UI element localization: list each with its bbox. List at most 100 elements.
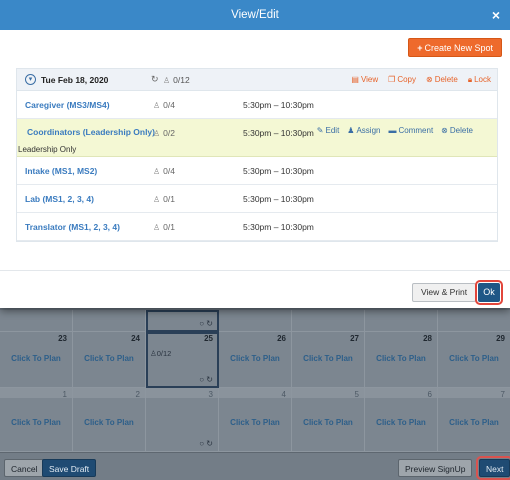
- day-number: 23: [58, 334, 67, 343]
- click-to-plan-link[interactable]: Click To Plan: [73, 418, 145, 427]
- click-to-plan-link[interactable]: Click To Plan: [219, 418, 291, 427]
- click-to-plan-link[interactable]: Click To Plan: [365, 418, 437, 427]
- calendar-day-cell[interactable]: 28 Click To Plan: [365, 332, 438, 388]
- calendar-day-cell[interactable]: 25 ♙0/12 ○ ↻: [146, 332, 219, 388]
- calendar-day-cell[interactable]: 4 Click To Plan: [219, 388, 292, 452]
- day-number: 5: [354, 390, 359, 399]
- calendar-cell[interactable]: [73, 310, 146, 332]
- calendar-day-cell[interactable]: 6 Click To Plan: [365, 388, 438, 452]
- role-row[interactable]: Coordinators (Leadership Only) ♙ 0/2 5:30…: [17, 119, 497, 157]
- day-number: 2: [135, 390, 140, 399]
- day-number: 7: [500, 390, 505, 399]
- day-number: 24: [131, 334, 140, 343]
- chevron-down-icon[interactable]: ▾: [25, 74, 36, 85]
- delete-link[interactable]: ⊗ Delete: [426, 75, 458, 85]
- role-time: 5:30pm – 10:30pm: [243, 222, 314, 232]
- calendar-cell[interactable]: [365, 310, 438, 332]
- calendar-day-cell[interactable]: 3 ○ ↻: [146, 388, 219, 452]
- click-to-plan-link[interactable]: Click To Plan: [438, 354, 510, 363]
- calendar-day-cell[interactable]: 27 Click To Plan: [292, 332, 365, 388]
- calendar-day-cell[interactable]: 7 Click To Plan: [438, 388, 510, 452]
- calendar-day-cell[interactable]: 5 Click To Plan: [292, 388, 365, 452]
- copy-link[interactable]: ❐ Copy: [388, 75, 416, 85]
- calendar-grid: ○ ↻ 23 Click To Plan 24 Click To Plan 25…: [0, 310, 510, 452]
- calendar-day-cell[interactable]: 1 Click To Plan: [0, 388, 73, 452]
- calendar-cell[interactable]: [292, 310, 365, 332]
- click-to-plan-link[interactable]: Click To Plan: [292, 354, 364, 363]
- delete-icon: ⊗: [441, 126, 448, 135]
- lock-link[interactable]: 🔒︎ Lock: [468, 75, 491, 85]
- user-icon: ♟: [347, 126, 355, 135]
- close-icon[interactable]: ×: [492, 0, 500, 30]
- role-row[interactable]: Lab (MS1, 2, 3, 4) ♙ 0/1 5:30pm – 10:30pm: [17, 185, 497, 213]
- person-icon: ♙: [153, 101, 161, 110]
- preview-signup-button[interactable]: Preview SignUp: [398, 459, 473, 477]
- cell-header: [219, 388, 291, 398]
- refresh-icon[interactable]: ↻: [151, 74, 159, 85]
- click-to-plan-link[interactable]: Click To Plan: [292, 418, 364, 427]
- calendar-cell[interactable]: [438, 310, 510, 332]
- role-count: ♙ 0/2: [153, 128, 175, 138]
- role-time: 5:30pm – 10:30pm: [243, 194, 314, 204]
- calendar-cell[interactable]: ○ ↻: [146, 310, 219, 332]
- calendar-week-row: 23 Click To Plan 24 Click To Plan 25 ♙0/…: [0, 332, 510, 388]
- calendar-week-row: 1 Click To Plan 2 Click To Plan 3 ○ ↻ 4 …: [0, 388, 510, 452]
- page-footer: Cancel Save Draft Preview SignUp Next: [0, 452, 510, 480]
- calendar-day-cell[interactable]: 24 Click To Plan: [73, 332, 146, 388]
- calendar-day-cell[interactable]: 26 Click To Plan: [219, 332, 292, 388]
- cell-header: [365, 388, 437, 398]
- click-to-plan-link[interactable]: Click To Plan: [219, 354, 291, 363]
- role-name[interactable]: Translator (MS1, 2, 3, 4): [25, 222, 120, 232]
- assign-link[interactable]: ♟ Assign: [347, 126, 380, 135]
- calendar-day-cell[interactable]: 2 Click To Plan: [73, 388, 146, 452]
- delete-link[interactable]: ⊗ Delete: [441, 126, 473, 135]
- role-name[interactable]: Lab (MS1, 2, 3, 4): [25, 194, 94, 204]
- click-to-plan-link[interactable]: Click To Plan: [0, 418, 72, 427]
- role-name[interactable]: Intake (MS1, MS2): [25, 166, 97, 176]
- cancel-button[interactable]: Cancel: [4, 459, 45, 477]
- modal-title: View/Edit: [231, 9, 279, 21]
- view-edit-modal: View/Edit × + Create New Spot ▾ Tue Feb 1…: [0, 0, 510, 308]
- role-row[interactable]: Translator (MS1, 2, 3, 4) ♙ 0/1 5:30pm – …: [17, 213, 497, 241]
- cell-icons: ○ ↻: [199, 439, 213, 448]
- calendar-row-top: ○ ↻: [0, 310, 510, 332]
- cell-icons: ○ ↻: [199, 319, 213, 328]
- day-number: 25: [204, 334, 213, 343]
- day-number: 1: [62, 390, 67, 399]
- role-row[interactable]: Caregiver (MS3/MS4) ♙ 0/4 5:30pm – 10:30p…: [17, 91, 497, 119]
- day-panel: ▾ Tue Feb 18, 2020 ↻ ♙ 0/12 ▤ View ❐ Copy ⊗…: [16, 68, 498, 242]
- calendar-day-cell[interactable]: 23 Click To Plan: [0, 332, 73, 388]
- day-panel-header: ▾ Tue Feb 18, 2020 ↻ ♙ 0/12 ▤ View ❐ Copy ⊗…: [17, 69, 497, 91]
- save-draft-button[interactable]: Save Draft: [42, 459, 97, 477]
- comment-link[interactable]: ▬ Comment: [388, 126, 433, 135]
- view-print-button[interactable]: View & Print: [412, 283, 477, 302]
- next-button[interactable]: Next: [475, 456, 510, 480]
- ok-button[interactable]: Ok: [475, 280, 503, 305]
- day-actions: ▤ View ❐ Copy ⊗ Delete 🔒︎ Lock: [351, 75, 491, 85]
- calendar-cell[interactable]: [219, 310, 292, 332]
- role-time: 5:30pm – 10:30pm: [243, 166, 314, 176]
- click-to-plan-link[interactable]: Click To Plan: [365, 354, 437, 363]
- pencil-icon: ✎: [316, 126, 324, 135]
- cell-header: [146, 388, 218, 398]
- calendar-day-cell[interactable]: 29 Click To Plan: [438, 332, 510, 388]
- copy-icon: ❐: [388, 75, 396, 84]
- lock-icon: 🔒︎: [467, 75, 473, 84]
- calendar-cell[interactable]: [0, 310, 73, 332]
- role-name[interactable]: Caregiver (MS3/MS4): [25, 100, 110, 110]
- view-link[interactable]: ▤ View: [351, 75, 378, 85]
- modal-footer: View & Print Ok: [0, 270, 510, 308]
- modal-header: View/Edit ×: [0, 0, 510, 30]
- role-name[interactable]: Coordinators (Leadership Only): [27, 127, 155, 137]
- day-number: 27: [350, 334, 359, 343]
- click-to-plan-link[interactable]: Click To Plan: [438, 418, 510, 427]
- comment-icon: ▬: [388, 126, 397, 135]
- plus-icon: +: [417, 43, 423, 53]
- create-new-spot-button[interactable]: + Create New Spot: [408, 38, 502, 57]
- role-row[interactable]: Intake (MS1, MS2) ♙ 0/4 5:30pm – 10:30pm: [17, 157, 497, 185]
- edit-link[interactable]: ✎ Edit: [317, 126, 340, 135]
- click-to-plan-link[interactable]: Click To Plan: [0, 354, 72, 363]
- person-icon: ♙: [150, 349, 157, 358]
- click-to-plan-link[interactable]: Click To Plan: [73, 354, 145, 363]
- role-time: 5:30pm – 10:30pm: [243, 128, 314, 138]
